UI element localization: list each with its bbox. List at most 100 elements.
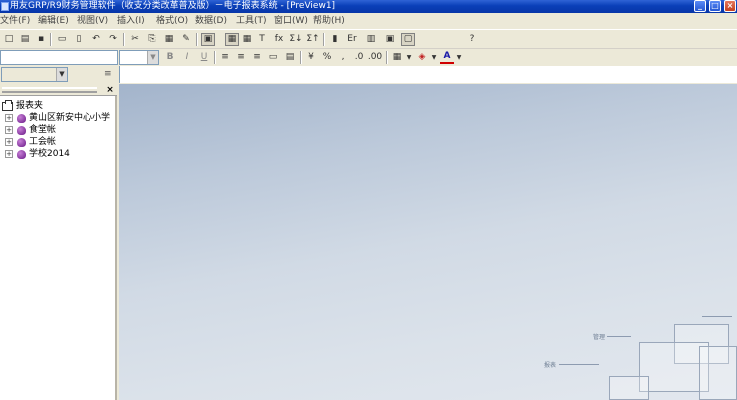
- formula-input[interactable]: [119, 66, 737, 83]
- format-painter-icon[interactable]: ✎: [179, 33, 193, 46]
- expand-icon[interactable]: +: [5, 126, 13, 134]
- italic-button[interactable]: I: [180, 51, 194, 64]
- background-graphic: [609, 376, 649, 400]
- chevron-down-icon[interactable]: ▼: [147, 51, 158, 64]
- merge-cells-icon[interactable]: ▭: [266, 51, 280, 64]
- toolbar-separator: [123, 33, 125, 46]
- bold-button[interactable]: B: [163, 51, 177, 64]
- align-center-icon[interactable]: ≡: [234, 51, 248, 64]
- panel-header: ×: [0, 84, 117, 96]
- mdi-workspace: 管理 报表: [119, 84, 737, 400]
- window-title: 用友GRP/R9财务管理软件（收支分类改革普及版）－电子报表系统 - [PreV…: [10, 1, 336, 11]
- drag-handle[interactable]: [2, 87, 97, 93]
- font-size-select[interactable]: ▼: [119, 50, 159, 65]
- cut-icon[interactable]: ✂: [128, 33, 142, 46]
- tree-item-label: 工会帐: [29, 137, 57, 147]
- chevron-down-icon[interactable]: ▼: [430, 51, 438, 64]
- formula-bar: ▼ ≡: [0, 66, 737, 84]
- tree-item-label: 黄山区新安中心小学: [29, 113, 111, 123]
- underline-button[interactable]: U: [197, 51, 211, 64]
- print-icon[interactable]: ▭: [55, 33, 69, 46]
- tree-root[interactable]: 报表夹: [0, 100, 115, 112]
- menu-window[interactable]: 窗口(W): [274, 16, 308, 27]
- toolbar-separator: [50, 33, 52, 46]
- menu-file[interactable]: 文件(F): [0, 16, 30, 27]
- formula-icon[interactable]: ≡: [104, 69, 112, 79]
- tree-item[interactable]: + 工会帐: [0, 136, 115, 148]
- font-color-icon[interactable]: A: [440, 51, 454, 64]
- tree-item-label: 食堂帐: [29, 125, 57, 135]
- menu-edit[interactable]: 编辑(E): [38, 16, 69, 27]
- sort-descending-icon[interactable]: Σ↑: [306, 33, 320, 46]
- menu-insert[interactable]: 插入(I): [117, 16, 145, 27]
- borders-icon[interactable]: ▦: [390, 51, 404, 64]
- tree-item[interactable]: + 黄山区新安中心小学: [0, 112, 115, 124]
- background-line: [559, 364, 599, 365]
- tree-item-label: 学校2014: [29, 149, 70, 159]
- currency-icon[interactable]: ¥: [304, 51, 318, 64]
- menu-format[interactable]: 格式(O): [156, 16, 188, 27]
- function-icon[interactable]: fx: [272, 33, 286, 46]
- background-line: [702, 316, 732, 317]
- align-right-icon[interactable]: ≡: [250, 51, 264, 64]
- expand-icon[interactable]: +: [5, 138, 13, 146]
- help-icon[interactable]: ?: [465, 33, 479, 46]
- close-icon[interactable]: ×: [105, 85, 115, 95]
- maximize-button[interactable]: □: [709, 0, 721, 12]
- toolbar-separator: [196, 33, 198, 46]
- expand-icon[interactable]: +: [5, 114, 13, 122]
- chart-icon[interactable]: ▥: [364, 33, 378, 46]
- title-bar: 用友GRP/R9财务管理软件（收支分类改革普及版）－电子报表系统 - [PreV…: [0, 0, 737, 13]
- grid-icon[interactable]: ▦: [240, 33, 254, 46]
- report-folder-panel: × 报表夹 + 黄山区新安中心小学 + 食堂帐 + 工会帐 + 学校2014: [0, 84, 117, 400]
- decrease-decimal-icon[interactable]: .00: [368, 51, 382, 64]
- tree-item[interactable]: + 学校2014: [0, 148, 115, 160]
- app-window: 用友GRP/R9财务管理软件（收支分类改革普及版）－电子报表系统 - [PreV…: [0, 0, 737, 400]
- bookmark-icon[interactable]: ▮: [328, 33, 342, 46]
- open-icon[interactable]: ▤: [18, 33, 32, 46]
- chevron-down-icon[interactable]: ▼: [56, 68, 67, 81]
- fill-color-icon[interactable]: ◈: [415, 51, 429, 64]
- background-label: 报表: [544, 362, 557, 369]
- text-icon[interactable]: T: [255, 33, 269, 46]
- format-toolbar: ▼ B I U ≡ ≡ ≡ ▭ ▤ ¥ % , .0 .00 ▦ ▼ ◈ ▼ A…: [0, 49, 737, 66]
- cell-name-box[interactable]: ▼: [1, 67, 68, 82]
- view-grid-icon[interactable]: ▦: [225, 33, 239, 46]
- save-icon[interactable]: ▪: [34, 33, 48, 46]
- menu-data[interactable]: 数据(D): [195, 16, 227, 27]
- view-mode-icon[interactable]: ▣: [201, 33, 215, 46]
- standard-toolbar: □ ▤ ▪ ▭ ▯ ↶ ↷ ✂ ⎘ ▦ ✎ ▣ ▦ ▦ T fx Σ↓ Σ↑ ▮…: [0, 31, 737, 49]
- close-button[interactable]: ×: [724, 0, 736, 12]
- er-icon[interactable]: Er: [345, 33, 359, 46]
- database-icon: [17, 150, 26, 159]
- paste-icon[interactable]: ▦: [162, 33, 176, 46]
- tree-item[interactable]: + 食堂帐: [0, 124, 115, 136]
- menu-tools[interactable]: 工具(T): [236, 16, 267, 27]
- align-left-icon[interactable]: ≡: [218, 51, 232, 64]
- comma-icon[interactable]: ,: [336, 51, 350, 64]
- menu-bar: 文件(F) 编辑(E) 视图(V) 插入(I) 格式(O) 数据(D) 工具(T…: [0, 13, 737, 30]
- new-icon[interactable]: □: [2, 33, 16, 46]
- increase-decimal-icon[interactable]: .0: [352, 51, 366, 64]
- percent-icon[interactable]: %: [320, 51, 334, 64]
- dropdown-box-icon[interactable]: ▢: [401, 33, 415, 46]
- menu-help[interactable]: 帮助(H): [313, 16, 345, 27]
- folder-icon: [2, 100, 13, 111]
- sort-ascending-icon[interactable]: Σ↓: [289, 33, 303, 46]
- wrap-text-icon[interactable]: ▤: [283, 51, 297, 64]
- background-graphic: [699, 346, 737, 400]
- print-preview-icon[interactable]: ▯: [72, 33, 86, 46]
- expand-icon[interactable]: +: [5, 150, 13, 158]
- toolbar-separator: [386, 51, 388, 64]
- menu-view[interactable]: 视图(V): [77, 16, 108, 27]
- minimize-button[interactable]: _: [694, 0, 706, 12]
- redo-icon[interactable]: ↷: [106, 33, 120, 46]
- toolbar-separator: [300, 51, 302, 64]
- copy-icon[interactable]: ⎘: [145, 33, 159, 46]
- picture-icon[interactable]: ▣: [383, 33, 397, 46]
- chevron-down-icon[interactable]: ▼: [405, 51, 413, 64]
- database-icon: [17, 126, 26, 135]
- undo-icon[interactable]: ↶: [89, 33, 103, 46]
- chevron-down-icon[interactable]: ▼: [455, 51, 463, 64]
- font-name-select[interactable]: [0, 50, 118, 65]
